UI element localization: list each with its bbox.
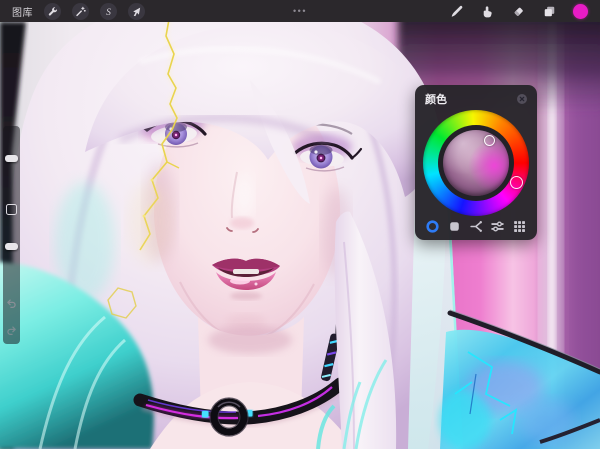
tab-value-mode[interactable] xyxy=(490,219,505,234)
smudge-finger-icon xyxy=(481,5,494,18)
close-icon[interactable] xyxy=(516,93,528,105)
layers-icon xyxy=(543,5,556,18)
actions-button[interactable] xyxy=(44,3,61,20)
harmony-mode-icon xyxy=(469,219,484,234)
selection-button[interactable]: S xyxy=(100,3,117,20)
classic-mode-icon xyxy=(447,219,462,234)
tab-palettes-mode[interactable] xyxy=(512,219,527,234)
wrench-icon xyxy=(47,6,58,17)
saturation-disc[interactable] xyxy=(443,130,509,196)
toolbar-left-group: 图库 S xyxy=(0,3,145,20)
current-color-swatch[interactable] xyxy=(573,4,588,19)
smudge-button[interactable] xyxy=(480,4,494,18)
top-toolbar: 图库 S xyxy=(0,0,600,22)
toolbar-right-group xyxy=(449,4,600,19)
brush-icon xyxy=(450,5,463,18)
eraser-button[interactable] xyxy=(511,4,525,18)
color-wheel xyxy=(423,110,529,216)
svg-text:S: S xyxy=(106,6,111,16)
undo-icon[interactable] xyxy=(6,298,17,309)
gallery-button[interactable]: 图库 xyxy=(12,4,33,19)
layers-button[interactable] xyxy=(542,4,556,18)
opacity-slider[interactable] xyxy=(5,243,18,250)
hue-cursor[interactable] xyxy=(510,176,523,189)
tab-harmony-mode[interactable] xyxy=(469,219,484,234)
palettes-mode-icon xyxy=(512,219,527,234)
magic-wand-icon xyxy=(75,6,86,17)
canvas-menu-dots[interactable]: ••• xyxy=(293,0,307,22)
eraser-icon xyxy=(512,5,525,18)
color-panel: 颜色 xyxy=(415,85,537,240)
disc-cursor[interactable] xyxy=(484,135,495,146)
tab-disc-mode[interactable] xyxy=(425,219,440,234)
adjustments-button[interactable] xyxy=(72,3,89,20)
brush-sidebar xyxy=(3,126,20,344)
disc-mode-icon xyxy=(425,219,440,234)
brush-button[interactable] xyxy=(449,4,463,18)
tab-classic-mode[interactable] xyxy=(447,219,462,234)
procreate-app-window: 图库 S xyxy=(0,0,600,449)
brush-size-slider[interactable] xyxy=(5,155,18,162)
value-mode-icon xyxy=(490,219,505,234)
color-mode-tabs xyxy=(415,219,537,234)
modify-button[interactable] xyxy=(6,204,17,215)
color-panel-title: 颜色 xyxy=(425,91,447,107)
color-panel-header: 颜色 xyxy=(415,85,537,107)
transform-button[interactable] xyxy=(128,3,145,20)
cursor-arrow-icon xyxy=(131,6,142,17)
selection-icon: S xyxy=(103,6,114,17)
redo-icon[interactable] xyxy=(6,325,17,336)
